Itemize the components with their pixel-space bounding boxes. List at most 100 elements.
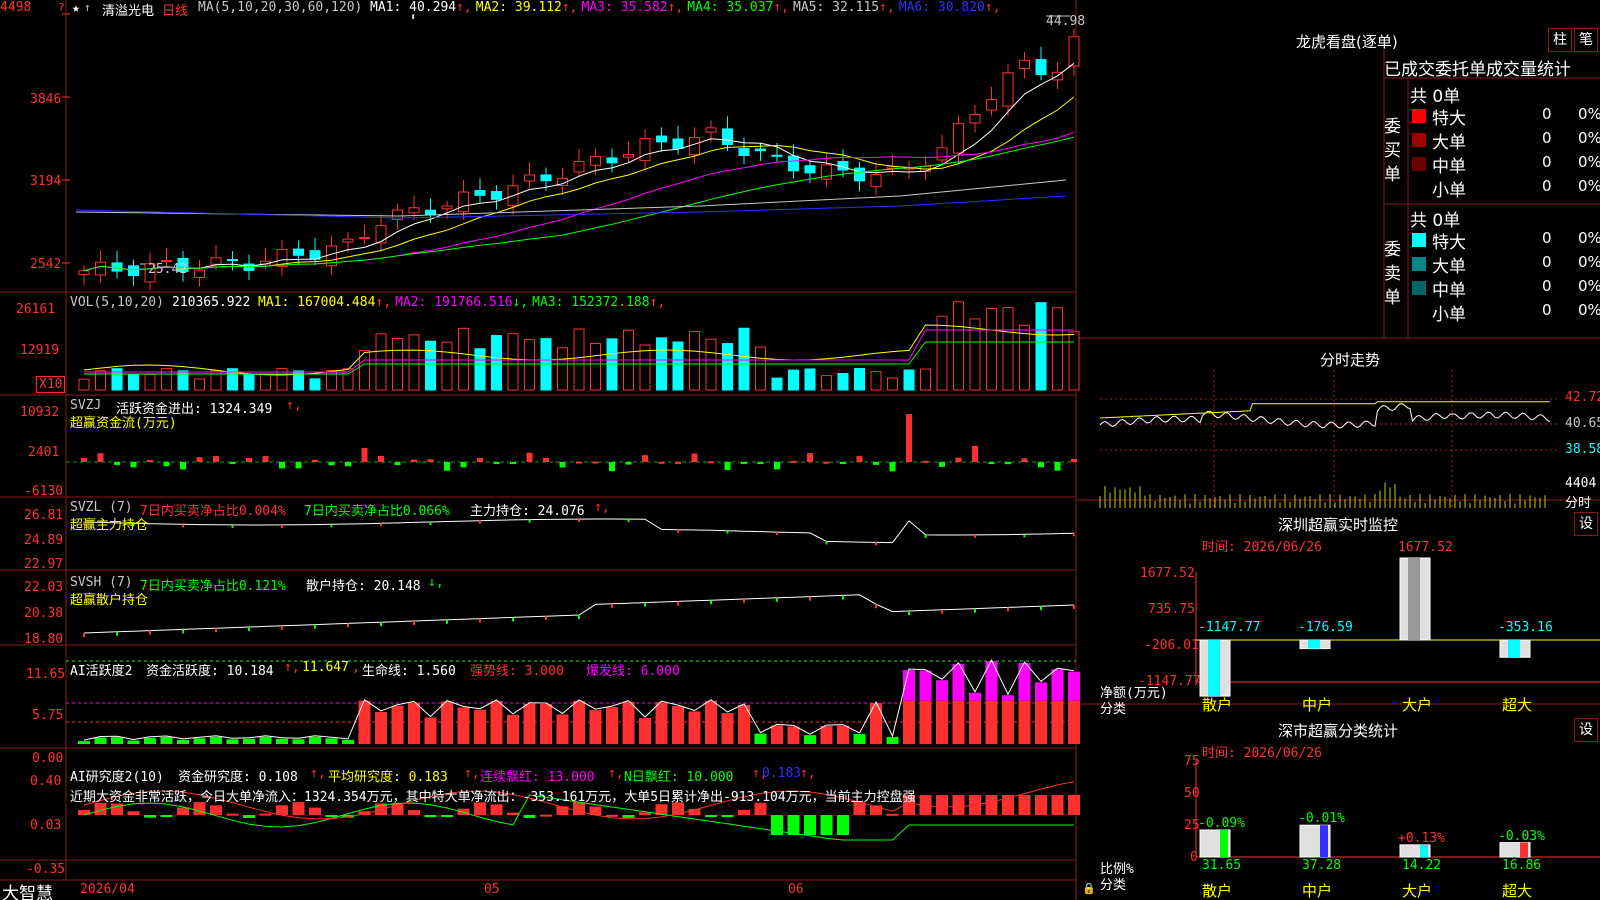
ai-bar-15 bbox=[325, 738, 338, 744]
svzl-tick-51 bbox=[924, 534, 927, 538]
svsh-white-text: 散户持仓: 20.148 bbox=[306, 579, 421, 594]
sz-monitor-cat-3: 超大 bbox=[1502, 696, 1533, 714]
svzj-bar-24 bbox=[477, 457, 483, 462]
arrow-up-icon[interactable]: ↑ bbox=[84, 1, 91, 14]
sz-monitor-value-1: -176.59 bbox=[1298, 620, 1353, 635]
buy-side-label: 委买单 bbox=[1384, 117, 1401, 185]
ai-bar-8 bbox=[210, 736, 222, 744]
ma-line-6 bbox=[75, 195, 1067, 219]
sz-class-change-2: +0.13% bbox=[1398, 830, 1445, 846]
sell-row-count-3: 0 bbox=[1542, 301, 1552, 319]
svzl-tick-15 bbox=[330, 524, 333, 528]
ai-bar-47 bbox=[853, 734, 866, 744]
svsh-tick-34 bbox=[644, 602, 646, 607]
ai-bar-5 bbox=[160, 736, 173, 744]
ai-research-bar-22 bbox=[441, 815, 453, 817]
svzj-bar-31 bbox=[592, 461, 599, 464]
sz-monitor-settings-button[interactable]: 设 bbox=[1574, 512, 1598, 536]
sz-class-change-0: -0.09% bbox=[1198, 815, 1245, 831]
ai-research-bar-58 bbox=[1035, 795, 1047, 815]
sz-class-settings-button[interactable]: 设 bbox=[1574, 718, 1598, 742]
ai-bar-upper-57 bbox=[1018, 662, 1031, 701]
ai-bar-lower-58 bbox=[1035, 700, 1047, 744]
lock-icon[interactable]: 🔒 bbox=[1082, 882, 1096, 895]
candle-body-27 bbox=[524, 174, 535, 182]
svzj-bar-26 bbox=[510, 462, 516, 464]
ai-bar-35 bbox=[655, 702, 668, 744]
svsh-tick-18 bbox=[380, 622, 382, 627]
vol-value: 210365.922 bbox=[172, 295, 251, 310]
ai-active-tick-2: 5.75 bbox=[32, 708, 64, 723]
vol-bar-29 bbox=[557, 347, 568, 391]
brand-label[interactable]: 大智慧 bbox=[2, 879, 53, 900]
svzl-tick-57 bbox=[1023, 534, 1026, 538]
bar-view-button[interactable]: 柱 bbox=[1548, 28, 1572, 52]
ai-research-bar-4 bbox=[144, 815, 156, 818]
svsh-tick-42 bbox=[776, 597, 778, 602]
candle-body-60 bbox=[1068, 36, 1080, 67]
ai-research-bar-12 bbox=[276, 805, 288, 815]
svzl-arrow: ↑, bbox=[594, 500, 610, 515]
candle-body-33 bbox=[623, 153, 634, 158]
svzl-tick-27 bbox=[528, 519, 531, 523]
candle-body-30 bbox=[573, 160, 585, 173]
svzj-bar-60 bbox=[1071, 458, 1077, 462]
star-icon[interactable]: ★ bbox=[72, 1, 80, 16]
ai-research-arrow3: ↑, bbox=[608, 766, 624, 781]
svzj-bar-10 bbox=[246, 458, 252, 462]
candle-body-22 bbox=[441, 205, 453, 210]
svzl-label: SVZL (7) bbox=[70, 500, 133, 515]
sz-monitor-value-2: 1677.52 bbox=[1398, 540, 1453, 555]
sz-class-value-3: 16.86 bbox=[1502, 858, 1542, 873]
tick-view-button[interactable]: 笔 bbox=[1574, 28, 1598, 52]
ai-bar-7 bbox=[193, 738, 206, 744]
sz-class-cat-2: 大户 bbox=[1402, 882, 1433, 900]
sz-monitor-cat-1: 中户 bbox=[1302, 696, 1333, 714]
ai-bar-39 bbox=[721, 713, 734, 744]
svzj-bar-54 bbox=[972, 446, 978, 462]
svzj-bar-28 bbox=[543, 457, 549, 462]
vol-bar-56 bbox=[1002, 307, 1014, 391]
vol-bar-46 bbox=[837, 372, 849, 391]
ai-bar-4 bbox=[144, 737, 156, 744]
question-icon[interactable]: ? bbox=[58, 1, 65, 14]
ma-value-2: MA2: 39.112↑, bbox=[475, 0, 578, 15]
svsh-tick-52 bbox=[941, 609, 943, 614]
vol-bar-24 bbox=[474, 348, 486, 391]
svzl-tick-36 bbox=[677, 529, 679, 533]
sz-monitor-value-3: -353.16 bbox=[1498, 620, 1553, 635]
chart-canvas[interactable] bbox=[0, 0, 1600, 900]
candle-body-7 bbox=[194, 269, 205, 278]
ai-research-bar-46 bbox=[837, 815, 849, 835]
low-price-label: 25.42 bbox=[148, 262, 188, 277]
svzj-bar-33 bbox=[625, 462, 632, 465]
ai-bar-31 bbox=[589, 710, 602, 744]
buy-row-swatch-2 bbox=[1412, 157, 1426, 171]
sz-class-change-1: -0.01% bbox=[1298, 811, 1345, 827]
ai-active-text4: 强势线: 3.000 bbox=[470, 664, 564, 679]
ai-research-bar-33 bbox=[622, 815, 635, 818]
ai-bar-upper-59 bbox=[1051, 669, 1064, 701]
buy-row-label-3: 小单 bbox=[1432, 181, 1466, 201]
ai-active-text5: 爆发线: 6.000 bbox=[586, 664, 680, 679]
ai-bar-10 bbox=[243, 738, 255, 744]
candle-body-55 bbox=[986, 99, 997, 111]
vol-label: VOL(5,10,20) bbox=[70, 295, 164, 310]
ai-research-bar-9 bbox=[226, 813, 239, 816]
svzj-bar-4 bbox=[147, 459, 153, 462]
period-label[interactable]: 日线 bbox=[162, 0, 188, 19]
candle-body-57 bbox=[1019, 59, 1030, 70]
svzl-tick-42 bbox=[776, 532, 778, 536]
svzj-subtitle: 超赢资金流(万元) bbox=[70, 416, 177, 431]
dragon-tiger-title: 龙虎看盘(逐单) bbox=[1296, 33, 1398, 51]
svzj-bar-15 bbox=[328, 462, 335, 466]
ai-bar-37 bbox=[688, 711, 701, 744]
svzj-bar-53 bbox=[955, 457, 962, 462]
candle-body-36 bbox=[672, 138, 684, 149]
svzj-bar-38 bbox=[708, 461, 714, 464]
svzj-tick-2: 2401 bbox=[28, 445, 60, 460]
ai-research-text3: 连续飘红: 13.000 bbox=[480, 770, 595, 785]
vol-unit-badge[interactable]: X10 bbox=[36, 376, 66, 393]
candle-body-25 bbox=[491, 191, 502, 200]
sz-class-tick-1: 75 bbox=[1184, 754, 1200, 769]
